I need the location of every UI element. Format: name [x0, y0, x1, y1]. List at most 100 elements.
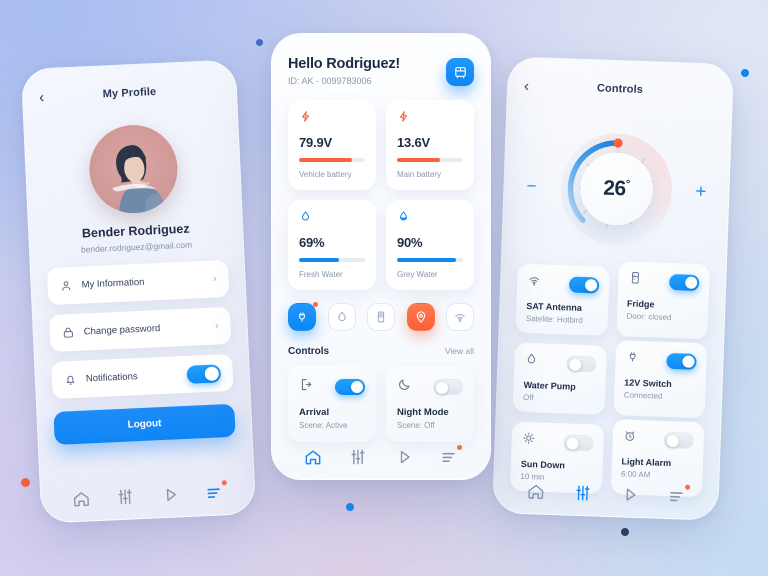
device-status: Off [522, 392, 534, 403]
bus-icon[interactable] [446, 58, 474, 86]
bell-icon [64, 373, 78, 387]
nav-play-icon[interactable] [159, 484, 180, 505]
stat-value: 13.6V [397, 135, 430, 150]
nav-notification-badge [457, 445, 463, 450]
control-toggle[interactable] [335, 379, 365, 395]
menu-item-notifications[interactable]: Notifications [51, 353, 234, 399]
device-card-water-pump[interactable]: Water Pump Off [512, 342, 607, 415]
dot-blue-right [741, 69, 749, 77]
decrease-temperature-button[interactable]: − [526, 176, 537, 195]
greeting-row: Hello Rodriguez! ID: AK - 0099783006 [288, 56, 474, 86]
device-status: Connected [623, 390, 663, 401]
quick-action-signal-icon[interactable] [446, 303, 474, 331]
nav-sliders-icon[interactable] [348, 447, 368, 467]
dot-blue-bottom [346, 503, 354, 511]
dot-blue-top [256, 39, 263, 46]
device-card-sat-antenna[interactable]: SAT Antenna Satelite: Hotbird [515, 263, 610, 336]
sun-icon [521, 431, 536, 450]
stat-card-fresh-water[interactable]: 69% Fresh Water [288, 200, 376, 290]
stat-progress-bar [397, 158, 463, 162]
device-name: SAT Antenna [526, 300, 582, 313]
device-status: Door: closed [626, 311, 672, 323]
controls-section-header: Controls View all [288, 346, 474, 357]
stat-card-main-battery[interactable]: 13.6V Main battery [386, 100, 474, 190]
home-screen: Hello Rodriguez! ID: AK - 0099783006 79.… [272, 34, 490, 479]
home-phone: Hello Rodriguez! ID: AK - 0099783006 79.… [271, 33, 491, 480]
controls-screen: ‹ Controls − 26° + SAT Antenna Satelite:… [493, 57, 733, 520]
nav-play-icon[interactable] [619, 484, 640, 505]
device-toggle[interactable] [663, 431, 695, 449]
quick-action-droplet-icon[interactable] [327, 303, 356, 331]
increase-temperature-button[interactable]: + [695, 181, 707, 202]
device-name: Sun Down [520, 458, 565, 471]
nav-sliders-icon[interactable] [572, 483, 593, 504]
droplet-icon [524, 352, 539, 371]
controls-header: ‹ Controls [523, 58, 717, 121]
nav-home-icon[interactable] [303, 447, 323, 467]
fridge-icon [627, 271, 642, 290]
nav-menu-icon[interactable] [204, 480, 227, 503]
profile-screen: ‹ My Profile Bender Rodriguez bender.rod… [22, 60, 255, 522]
stat-card-vehicle-battery[interactable]: 79.9V Vehicle battery [288, 100, 376, 190]
device-card-12v-switch[interactable]: 12V Switch Connected [613, 340, 708, 419]
nav-menu-icon[interactable] [666, 484, 690, 507]
app-showcase-canvas: ‹ My Profile Bender Rodriguez bender.rod… [0, 0, 768, 576]
device-toggle[interactable] [666, 352, 697, 370]
droplet-filled-icon [397, 210, 410, 227]
droplet-outline-icon [299, 210, 312, 227]
control-toggle[interactable] [433, 379, 463, 395]
avatar-container [41, 121, 226, 217]
quick-action-switch-icon[interactable] [367, 303, 395, 331]
menu-item-my-information[interactable]: My Information › [46, 259, 230, 306]
moon-icon [397, 377, 412, 397]
stat-progress-bar [299, 258, 365, 262]
device-toggle[interactable] [669, 273, 700, 291]
stat-caption: Main battery [397, 170, 442, 179]
nav-home-icon[interactable] [525, 481, 546, 502]
device-status: 6:00 AM [620, 469, 651, 480]
nav-menu-icon[interactable] [439, 445, 463, 467]
stat-progress-bar [397, 258, 463, 262]
device-toggle[interactable] [562, 433, 594, 451]
view-all-link[interactable]: View all [445, 346, 474, 356]
stat-card-grey-water[interactable]: 90% Grey Water [386, 200, 474, 290]
device-toggle[interactable] [565, 354, 597, 372]
device-name: Fridge [626, 298, 655, 310]
quick-actions-row [288, 302, 474, 331]
plug-icon [625, 349, 640, 368]
nav-sliders-icon[interactable] [115, 486, 136, 507]
quick-action-badge [313, 302, 318, 307]
nav-home-icon[interactable] [71, 488, 92, 509]
device-toggle[interactable] [568, 275, 599, 293]
control-name: Arrival [299, 407, 330, 418]
nav-play-icon[interactable] [394, 447, 414, 467]
greeting-title: Hello Rodriguez! [288, 56, 400, 72]
quick-action-location-icon[interactable] [406, 303, 435, 331]
profile-header: ‹ My Profile [38, 61, 221, 125]
logout-button[interactable]: Logout [53, 403, 236, 445]
exit-icon [299, 377, 314, 397]
chevron-right-icon: › [215, 320, 219, 332]
bottom-nav [41, 480, 255, 511]
stat-value: 90% [397, 235, 423, 250]
controls-phone: ‹ Controls − 26° + SAT Antenna Satelite:… [492, 56, 734, 521]
quick-action-plug-icon[interactable] [288, 302, 318, 331]
menu-item-label: Notifications [85, 371, 138, 385]
notifications-toggle[interactable] [186, 363, 222, 384]
control-name: Night Mode [397, 407, 449, 418]
device-name: Water Pump [523, 379, 576, 392]
page-title: Controls [596, 82, 644, 96]
stat-caption: Vehicle battery [299, 170, 352, 179]
nav-notification-badge [221, 480, 227, 486]
device-card-fridge[interactable]: Fridge Door: closed [615, 261, 710, 340]
control-card-night-mode[interactable]: Night Mode Scene: Off [386, 366, 474, 442]
user-id: ID: AK - 0099783006 [288, 76, 372, 86]
menu-item-change-password[interactable]: Change password › [48, 306, 232, 353]
temperature-dial[interactable]: 26° [553, 126, 679, 252]
bottom-nav [272, 445, 490, 467]
control-status: Scene: Off [397, 421, 435, 430]
device-status: Satelite: Hotbird [525, 313, 583, 325]
control-card-arrival[interactable]: Arrival Scene: Active [288, 366, 376, 442]
menu-item-label: Change password [83, 323, 161, 338]
stat-value: 79.9V [299, 135, 332, 150]
